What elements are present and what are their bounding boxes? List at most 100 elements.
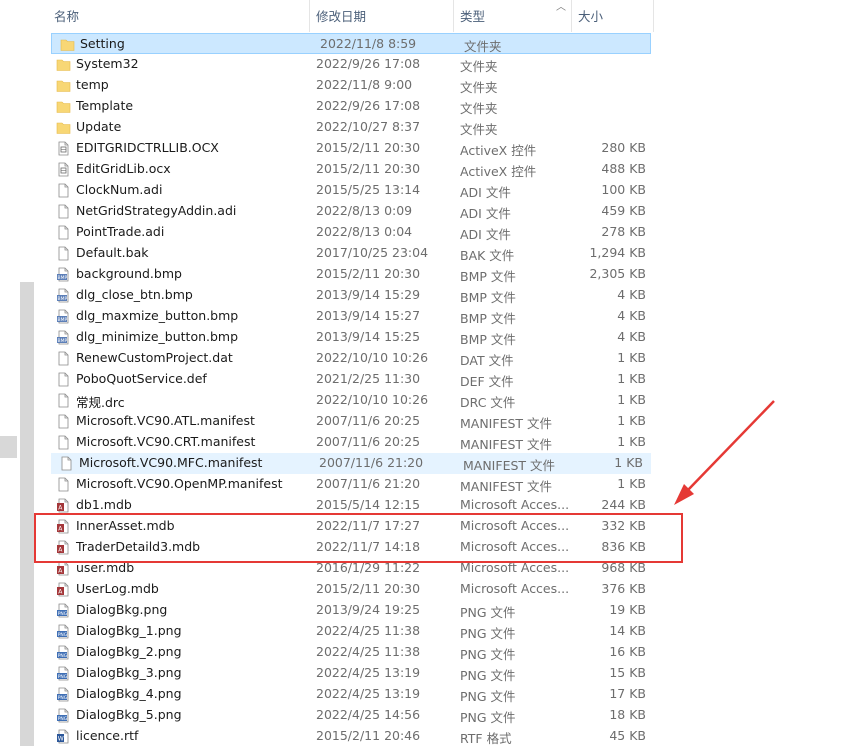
file-type: Microsoft Acces... bbox=[460, 539, 570, 554]
file-type: MANIFEST 文件 bbox=[460, 416, 553, 431]
navigation-pane-marker bbox=[0, 436, 17, 458]
svg-text:BMP: BMP bbox=[58, 275, 68, 281]
file-row[interactable]: BMP dlg_maxmize_button.bmp 2013/9/14 15:27… bbox=[48, 306, 654, 327]
column-header-date[interactable]: 修改日期 bbox=[310, 0, 454, 32]
file-modified-date: 2022/11/7 17:27 bbox=[316, 518, 421, 533]
rtf-file-icon: W bbox=[56, 729, 71, 744]
file-row[interactable]: BMP dlg_minimize_button.bmp 2013/9/14 15:2… bbox=[48, 327, 654, 348]
file-row[interactable]: A UserLog.mdb 2015/2/11 20:30 Microsoft Acc… bbox=[48, 579, 654, 600]
file-row[interactable]: System32 2022/9/26 17:08 文件夹 bbox=[48, 54, 654, 75]
file-modified-date: 2022/10/10 10:26 bbox=[316, 392, 429, 407]
file-row[interactable]: temp 2022/11/8 9:00 文件夹 bbox=[48, 75, 654, 96]
file-size: 19 KB bbox=[609, 602, 646, 617]
svg-text:BMP: BMP bbox=[58, 338, 68, 344]
file-row[interactable]: Adb1.mdb 2015/5/14 12:15 Microsoft Acces..… bbox=[48, 495, 654, 516]
file-name: PointTrade.adi bbox=[76, 224, 165, 239]
file-row[interactable]: Template 2022/9/26 17:08 文件夹 bbox=[48, 96, 654, 117]
file-name: Update bbox=[76, 119, 122, 134]
file-row[interactable]: BMP background.bmp 2015/2/11 20:30 BMP 文件 2,… bbox=[48, 264, 654, 285]
file-type: 文件夹 bbox=[460, 101, 498, 116]
file-row[interactable]: Wlicence.rtf 2015/2/11 20:46 RTF 格式 45 KB bbox=[48, 726, 654, 747]
bmp-file-icon: BMP bbox=[56, 309, 71, 324]
file-type: MANIFEST 文件 bbox=[463, 458, 556, 473]
column-header-size[interactable]: 大小 bbox=[572, 0, 654, 32]
folder-icon bbox=[56, 78, 71, 93]
file-modified-date: 2022/11/8 8:59 bbox=[320, 36, 417, 51]
file-modified-date: 2022/11/8 9:00 bbox=[316, 77, 413, 92]
file-type: ActiveX 控件 bbox=[460, 143, 537, 158]
file-name: Setting bbox=[80, 36, 125, 51]
file-size: 4 KB bbox=[617, 287, 646, 302]
navigation-pane-scrollbar[interactable] bbox=[20, 282, 34, 746]
file-type: 文件夹 bbox=[460, 59, 498, 74]
file-row[interactable]: Microsoft.VC90.CRT.manifest 2007/11/6 20:… bbox=[48, 432, 654, 453]
file-row[interactable]: ClockNum.adi 2015/5/25 13:14 ADI 文件 100 KB bbox=[48, 180, 654, 201]
file-row[interactable]: A InnerAsset.mdb 2022/11/7 17:27 Microsoft … bbox=[48, 516, 654, 537]
file-modified-date: 2007/11/6 21:20 bbox=[316, 476, 421, 491]
bmp-file-icon: BMP bbox=[56, 330, 71, 345]
file-row[interactable]: PNG DialogBkg_2.png 2022/4/25 11:38 PNG 文件 1… bbox=[48, 642, 654, 663]
file-name: DialogBkg_4.png bbox=[76, 686, 182, 701]
png-file-icon: PNG bbox=[56, 603, 71, 618]
svg-text:PNG: PNG bbox=[58, 695, 68, 701]
file-row[interactable]: Update 2022/10/27 8:37 文件夹 bbox=[48, 117, 654, 138]
file-name: Microsoft.VC90.ATL.manifest bbox=[76, 413, 255, 428]
file-row[interactable]: Microsoft.VC90.ATL.manifest 2007/11/6 20:… bbox=[48, 411, 654, 432]
file-type: BMP 文件 bbox=[460, 311, 516, 326]
file-row[interactable]: Auser.mdb 2016/1/29 11:22 Microsoft Acces.… bbox=[48, 558, 654, 579]
bmp-file-icon: BMP bbox=[56, 267, 71, 282]
file-row[interactable]: BMP dlg_close_btn.bmp 2013/9/14 15:29 BMP 文… bbox=[48, 285, 654, 306]
file-modified-date: 2013/9/24 19:25 bbox=[316, 602, 421, 617]
file-size: 968 KB bbox=[601, 560, 646, 575]
file-name: dlg_minimize_button.bmp bbox=[76, 329, 239, 344]
file-row[interactable]: Default.bak 2017/10/25 23:04 BAK 文件 1,294 K… bbox=[48, 243, 654, 264]
file-size: 1 KB bbox=[617, 434, 646, 449]
file-row[interactable]: PNG DialogBkg_4.png 2022/4/25 13:19 PNG 文件 1… bbox=[48, 684, 654, 705]
activex-file-icon bbox=[56, 141, 71, 156]
file-row[interactable]: A TraderDetaild3.mdb 2022/11/7 14:18 Micros… bbox=[48, 537, 654, 558]
file-name: Default.bak bbox=[76, 245, 149, 260]
file-row[interactable]: 常规.drc 2022/10/10 10:26 DRC 文件 1 KB bbox=[48, 390, 654, 411]
file-row[interactable]: PoboQuotService.def 2021/2/25 11:30 DEF 文件… bbox=[48, 369, 654, 390]
file-size: 1 KB bbox=[617, 476, 646, 491]
file-size: 1 KB bbox=[617, 350, 646, 365]
column-header-name[interactable]: 名称 bbox=[48, 0, 310, 32]
file-type: 文件夹 bbox=[464, 39, 502, 54]
file-size: 17 KB bbox=[609, 686, 646, 701]
file-name: Microsoft.VC90.OpenMP.manifest bbox=[76, 476, 283, 491]
file-row[interactable]: Microsoft.VC90.OpenMP.manifest 2007/11/6 … bbox=[48, 474, 654, 495]
file-row[interactable]: EditGridLib.ocx 2015/2/11 20:30 ActiveX 控件… bbox=[48, 159, 654, 180]
file-type: MANIFEST 文件 bbox=[460, 479, 553, 494]
file-type: ADI 文件 bbox=[460, 206, 511, 221]
file-row[interactable]: NetGridStrategyAddin.adi 2022/8/13 0:09 AD… bbox=[48, 201, 654, 222]
file-size: 15 KB bbox=[609, 665, 646, 680]
file-name: licence.rtf bbox=[76, 728, 139, 743]
file-row[interactable]: PointTrade.adi 2022/8/13 0:04 ADI 文件 278 KB bbox=[48, 222, 654, 243]
file-row[interactable]: Setting 2022/11/8 8:59 文件夹 bbox=[51, 33, 651, 54]
file-name: RenewCustomProject.dat bbox=[76, 350, 233, 365]
file-name: db1.mdb bbox=[76, 497, 132, 512]
file-type: Microsoft Acces... bbox=[460, 560, 570, 575]
file-row[interactable]: RenewCustomProject.dat 2022/10/10 10:26 DA… bbox=[48, 348, 654, 369]
column-header-type[interactable]: 类型 bbox=[454, 0, 572, 32]
file-row[interactable]: PNG DialogBkg_5.png 2022/4/25 14:56 PNG 文件 1… bbox=[48, 705, 654, 726]
file-row[interactable]: PNG DialogBkg_3.png 2022/4/25 13:19 PNG 文件 1… bbox=[48, 663, 654, 684]
generic-file-icon bbox=[56, 372, 71, 387]
file-row[interactable]: EDITGRIDCTRLLIB.OCX 2015/2/11 20:30 Active… bbox=[48, 138, 654, 159]
generic-file-icon bbox=[56, 414, 71, 429]
file-row[interactable]: PNG DialogBkg.png 2013/9/24 19:25 PNG 文件 19 … bbox=[48, 600, 654, 621]
file-row[interactable]: Microsoft.VC90.MFC.manifest 2007/11/6 21:… bbox=[51, 453, 651, 474]
file-type: PNG 文件 bbox=[460, 710, 516, 725]
file-type: BMP 文件 bbox=[460, 290, 516, 305]
png-file-icon: PNG bbox=[56, 666, 71, 681]
file-modified-date: 2022/8/13 0:09 bbox=[316, 203, 413, 218]
file-type: BMP 文件 bbox=[460, 332, 516, 347]
generic-file-icon bbox=[56, 393, 71, 408]
file-row[interactable]: PNG DialogBkg_1.png 2022/4/25 11:38 PNG 文件 1… bbox=[48, 621, 654, 642]
file-name: System32 bbox=[76, 56, 139, 71]
file-type: MANIFEST 文件 bbox=[460, 437, 553, 452]
file-name: DialogBkg_5.png bbox=[76, 707, 182, 722]
folder-icon bbox=[56, 99, 71, 114]
file-name: ClockNum.adi bbox=[76, 182, 163, 197]
file-modified-date: 2007/11/6 20:25 bbox=[316, 413, 421, 428]
